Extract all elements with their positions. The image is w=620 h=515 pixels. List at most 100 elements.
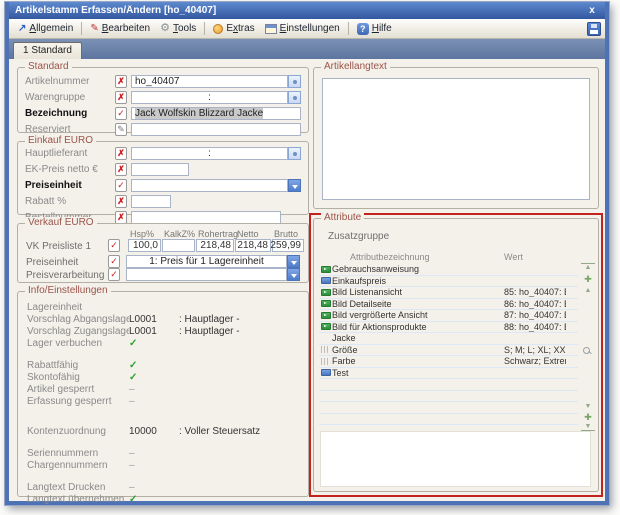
media-icon bbox=[319, 312, 332, 319]
scroll-top-icon[interactable]: ▲ bbox=[581, 263, 595, 271]
netto-input[interactable]: 218,48 bbox=[235, 239, 271, 252]
hsp-input[interactable]: 100,0 bbox=[128, 239, 161, 252]
group-title: Standard bbox=[25, 61, 72, 72]
gear-icon: ⚙ bbox=[160, 23, 170, 34]
attribute-row[interactable]: Gebrauchsanweisung bbox=[319, 264, 578, 276]
attribute-row[interactable]: GrößeS; M; L; XL; XXL bbox=[319, 345, 578, 357]
preiseinheit-select[interactable] bbox=[131, 179, 288, 192]
check-edit-icon: ✓ bbox=[108, 255, 120, 268]
menu-item-tools[interactable]: ⚙ Tools bbox=[155, 22, 201, 35]
magnifier-icon[interactable] bbox=[583, 347, 592, 356]
info-row: Lager verbuchen✓ bbox=[18, 337, 308, 349]
menu-item-extras[interactable]: Extras bbox=[208, 22, 259, 35]
rabatt-label: Rabatt % bbox=[25, 196, 115, 207]
info-row: Erfassung gesperrt– bbox=[18, 395, 308, 407]
check-mark: ✓ bbox=[129, 494, 179, 505]
bezeichnung-input[interactable]: Jack Wolfskin Blizzard Jacke bbox=[131, 107, 301, 120]
menu-item-allgemein[interactable]: ↗ Allgemein bbox=[13, 22, 78, 35]
bars-icon bbox=[319, 346, 332, 353]
save-icon[interactable] bbox=[587, 22, 601, 36]
rabatt-input[interactable] bbox=[131, 195, 171, 208]
preiseinheit-select[interactable]: 1: Preis für 1 Lagereinheit bbox=[126, 255, 287, 268]
group-title: Einkauf EURO bbox=[25, 135, 96, 146]
media-icon bbox=[319, 300, 332, 307]
mandatory-x-icon: ✗ bbox=[115, 195, 127, 208]
value-icon bbox=[319, 277, 332, 284]
menu-label: Hilfe bbox=[372, 23, 392, 34]
menu-item-hilfe[interactable]: ? Hilfe bbox=[352, 22, 397, 36]
dropdown-button[interactable] bbox=[288, 179, 301, 192]
mandatory-x-icon: ✗ bbox=[115, 163, 127, 176]
attribute-row[interactable]: Bild Listenansicht85: ho_40407: Bild Lis… bbox=[319, 287, 578, 299]
info-row: Vorschlag AbgangslagerL0001: Hauptlager … bbox=[18, 313, 308, 325]
media-icon bbox=[319, 266, 332, 273]
check-edit-icon: ✓ bbox=[108, 239, 120, 252]
info-row: Chargennummern– bbox=[18, 459, 308, 471]
dash-mark: – bbox=[129, 448, 179, 459]
tab-standard[interactable]: 1 Standard bbox=[13, 42, 82, 59]
dash-mark: – bbox=[129, 396, 179, 407]
lookup-button[interactable] bbox=[288, 75, 301, 88]
attribute-value-area[interactable] bbox=[320, 431, 591, 487]
check-edit-icon: ✓ bbox=[115, 179, 127, 192]
lookup-button[interactable] bbox=[288, 147, 301, 160]
attribute-row-empty[interactable] bbox=[319, 379, 578, 391]
attr-col-value-header: Wert bbox=[504, 252, 523, 262]
attribute-row[interactable]: FarbeSchwarz; Extrem Rot; Extre bbox=[319, 356, 578, 368]
warengruppe-input[interactable]: : bbox=[131, 91, 288, 104]
group-attribute: Attribute Zusatzgruppe Attributbezeichnu… bbox=[313, 218, 599, 492]
preisverarbeitung-select[interactable] bbox=[126, 268, 287, 281]
menu-label: Bearbeiten bbox=[102, 23, 150, 34]
dropdown-button[interactable] bbox=[287, 268, 300, 281]
help-icon: ? bbox=[357, 23, 369, 35]
scroll-up-icon[interactable]: ▲ bbox=[581, 287, 595, 294]
lookup-button[interactable] bbox=[288, 91, 301, 104]
attribute-row[interactable]: Einkaufspreis bbox=[319, 276, 578, 288]
hauptlieferant-input[interactable]: : bbox=[131, 147, 288, 160]
attribute-row-empty[interactable] bbox=[319, 391, 578, 403]
attribute-row[interactable]: Jacke bbox=[319, 333, 578, 345]
check-mark: ✓ bbox=[129, 338, 179, 349]
artikelnummer-input[interactable]: ho_40407 bbox=[131, 75, 288, 88]
add-row-icon[interactable]: ✚ bbox=[581, 413, 595, 422]
attribute-row[interactable]: Bild Detailseite86: ho_40407: Bild Detai… bbox=[319, 299, 578, 311]
scroll-bottom-icon[interactable]: ▼ bbox=[581, 423, 595, 431]
bars-icon bbox=[319, 358, 332, 365]
menu-item-einstellungen[interactable]: Einstellungen bbox=[260, 22, 345, 35]
scroll-down-icon[interactable]: ▼ bbox=[581, 403, 595, 410]
info-row: Vorschlag ZugangslagerL0001: Hauptlager … bbox=[18, 325, 308, 337]
add-row-icon[interactable]: ✚ bbox=[581, 275, 595, 284]
separator bbox=[348, 22, 349, 35]
rohertrag-input[interactable]: 218,48 bbox=[196, 239, 234, 252]
app-window: Artikelstamm Erfassen/Ändern [ho_40407] … bbox=[5, 2, 609, 505]
col-header-kalkz: KalkZ% bbox=[164, 229, 195, 239]
menu-item-bearbeiten[interactable]: ✎ Bearbeiten bbox=[85, 22, 155, 35]
value-icon bbox=[319, 369, 332, 376]
attribute-row[interactable]: Test bbox=[319, 368, 578, 380]
attribute-row[interactable]: Bild vergrößerte Ansicht87: ho_40407: Bi… bbox=[319, 310, 578, 322]
info-row: Artikel gesperrt– bbox=[18, 383, 308, 395]
attribute-row[interactable]: Bild für Aktionsprodukte88: ho_40407: Bi… bbox=[319, 322, 578, 334]
settings-window-icon bbox=[265, 24, 277, 34]
group-einkauf: Einkauf EURO Hauptlieferant ✗ : EK-Preis… bbox=[17, 141, 309, 215]
langtext-textarea[interactable] bbox=[322, 78, 590, 200]
info-row: Rabattfähig✓ bbox=[18, 359, 308, 371]
brutto-input[interactable]: 259,99 bbox=[272, 239, 304, 252]
reserviert-input[interactable] bbox=[131, 123, 301, 136]
group-title: Info/Einstellungen bbox=[25, 285, 111, 296]
preiseinheit-label: Preiseinheit bbox=[25, 180, 115, 191]
ek-preis-input[interactable] bbox=[131, 163, 189, 176]
dash-mark: – bbox=[129, 460, 179, 471]
menu-label: Extras bbox=[226, 23, 254, 34]
dash-mark: – bbox=[129, 384, 179, 395]
menu-label: Einstellungen bbox=[280, 23, 340, 34]
dropdown-button[interactable] bbox=[287, 255, 300, 268]
close-button[interactable]: x bbox=[585, 5, 599, 16]
kalkz-input[interactable] bbox=[162, 239, 195, 252]
highlight-rectangle: Attribute Zusatzgruppe Attributbezeichnu… bbox=[309, 213, 603, 497]
attribute-row-empty[interactable] bbox=[319, 402, 578, 414]
dash-mark: – bbox=[129, 482, 179, 493]
attribute-row-empty[interactable] bbox=[319, 414, 578, 426]
reserviert-label: Reserviert bbox=[25, 124, 115, 135]
separator bbox=[81, 22, 82, 35]
